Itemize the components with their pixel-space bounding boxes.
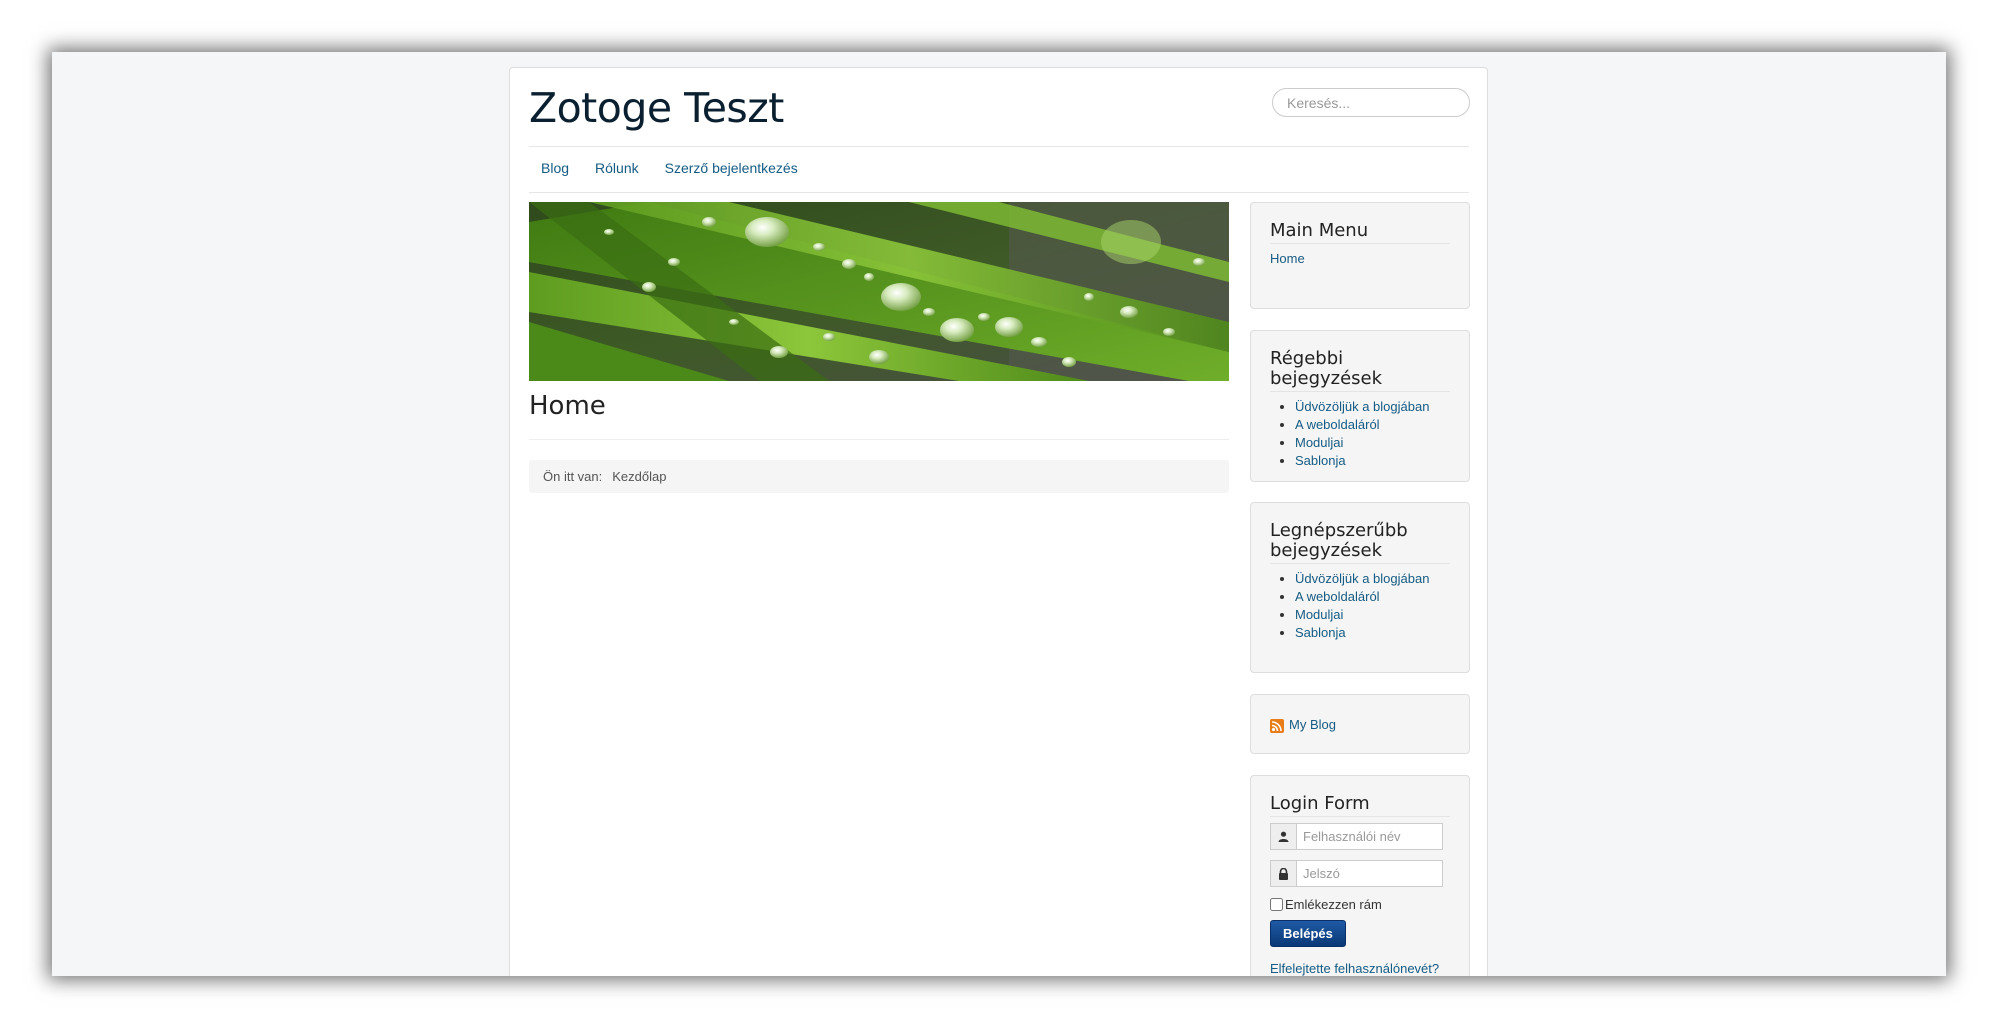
rss-icon[interactable] bbox=[1270, 718, 1284, 733]
site-title[interactable]: Zotoge Teszt bbox=[529, 84, 784, 132]
feed-link[interactable]: My Blog bbox=[1289, 717, 1336, 732]
nav-item-blog[interactable]: Blog bbox=[529, 160, 582, 176]
login-module: Login Form Emlékezzen rám Belépés Elfele… bbox=[1250, 775, 1470, 976]
popular-post-link[interactable]: Sablonja bbox=[1295, 625, 1346, 640]
main-menu-item-home[interactable]: Home bbox=[1270, 251, 1305, 266]
password-group bbox=[1270, 860, 1450, 887]
popular-post-link[interactable]: Moduljai bbox=[1295, 607, 1343, 622]
lock-icon bbox=[1270, 860, 1296, 887]
list-item: A weboldaláról bbox=[1295, 588, 1450, 606]
remember-label: Emlékezzen rám bbox=[1285, 897, 1382, 912]
older-post-link[interactable]: A weboldaláról bbox=[1295, 417, 1380, 432]
list-item: A weboldaláról bbox=[1295, 416, 1450, 434]
username-field[interactable] bbox=[1296, 823, 1443, 850]
list-item: Üdvözöljük a blogjában bbox=[1295, 398, 1450, 416]
banner-image bbox=[529, 202, 1229, 381]
page-container: Zotoge Teszt Blog Rólunk Szerző bejelent… bbox=[509, 67, 1488, 976]
browser-viewport: Zotoge Teszt Blog Rólunk Szerző bejelent… bbox=[52, 52, 1946, 976]
page-heading: Home bbox=[529, 391, 606, 421]
breadcrumb-current: Kezdőlap bbox=[612, 469, 667, 484]
forgot-username-link[interactable]: Elfelejtette felhasználónevét? bbox=[1270, 961, 1450, 976]
older-posts-list: Üdvözöljük a blogjában A weboldaláról Mo… bbox=[1270, 398, 1450, 470]
list-item: Moduljai bbox=[1295, 434, 1450, 452]
older-posts-module: Régebbi bejegyzések Üdvözöljük a blogjáb… bbox=[1250, 330, 1470, 482]
breadcrumb-label: Ön itt van: bbox=[543, 469, 603, 484]
nav-divider bbox=[529, 192, 1469, 193]
nav-item-about[interactable]: Rólunk bbox=[582, 160, 652, 176]
password-field[interactable] bbox=[1296, 860, 1443, 887]
older-post-link[interactable]: Üdvözöljük a blogjában bbox=[1295, 399, 1429, 414]
list-item: Sablonja bbox=[1295, 452, 1450, 470]
main-nav: Blog Rólunk Szerző bejelentkezés bbox=[529, 160, 811, 176]
list-item: Üdvözöljük a blogjában bbox=[1295, 570, 1450, 588]
main-menu-module: Main Menu Home bbox=[1250, 202, 1470, 309]
nav-item-author-login[interactable]: Szerző bejelentkezés bbox=[652, 160, 811, 176]
remember-checkbox[interactable] bbox=[1270, 898, 1283, 911]
heading-divider bbox=[529, 439, 1229, 440]
user-icon bbox=[1270, 823, 1296, 850]
older-post-link[interactable]: Moduljai bbox=[1295, 435, 1343, 450]
main-menu-title: Main Menu bbox=[1270, 221, 1450, 244]
list-item: Sablonja bbox=[1295, 624, 1450, 642]
search-input[interactable] bbox=[1272, 88, 1470, 117]
list-item: Moduljai bbox=[1295, 606, 1450, 624]
breadcrumb: Ön itt van: Kezdőlap bbox=[529, 460, 1229, 493]
popular-post-link[interactable]: Üdvözöljük a blogjában bbox=[1295, 571, 1429, 586]
username-group bbox=[1270, 823, 1450, 850]
popular-posts-list: Üdvözöljük a blogjában A weboldaláról Mo… bbox=[1270, 570, 1450, 642]
popular-posts-module: Legnépszerűbb bejegyzések Üdvözöljük a b… bbox=[1250, 502, 1470, 673]
older-posts-title: Régebbi bejegyzések bbox=[1270, 349, 1450, 392]
login-button[interactable]: Belépés bbox=[1270, 920, 1346, 947]
remember-me[interactable]: Emlékezzen rám bbox=[1270, 897, 1450, 912]
feed-module: My Blog bbox=[1250, 694, 1470, 754]
popular-post-link[interactable]: A weboldaláról bbox=[1295, 589, 1380, 604]
older-post-link[interactable]: Sablonja bbox=[1295, 453, 1346, 468]
header-divider bbox=[529, 146, 1469, 147]
popular-posts-title: Legnépszerűbb bejegyzések bbox=[1270, 521, 1450, 564]
login-title: Login Form bbox=[1270, 794, 1450, 817]
banner-grass-image bbox=[529, 202, 1229, 381]
